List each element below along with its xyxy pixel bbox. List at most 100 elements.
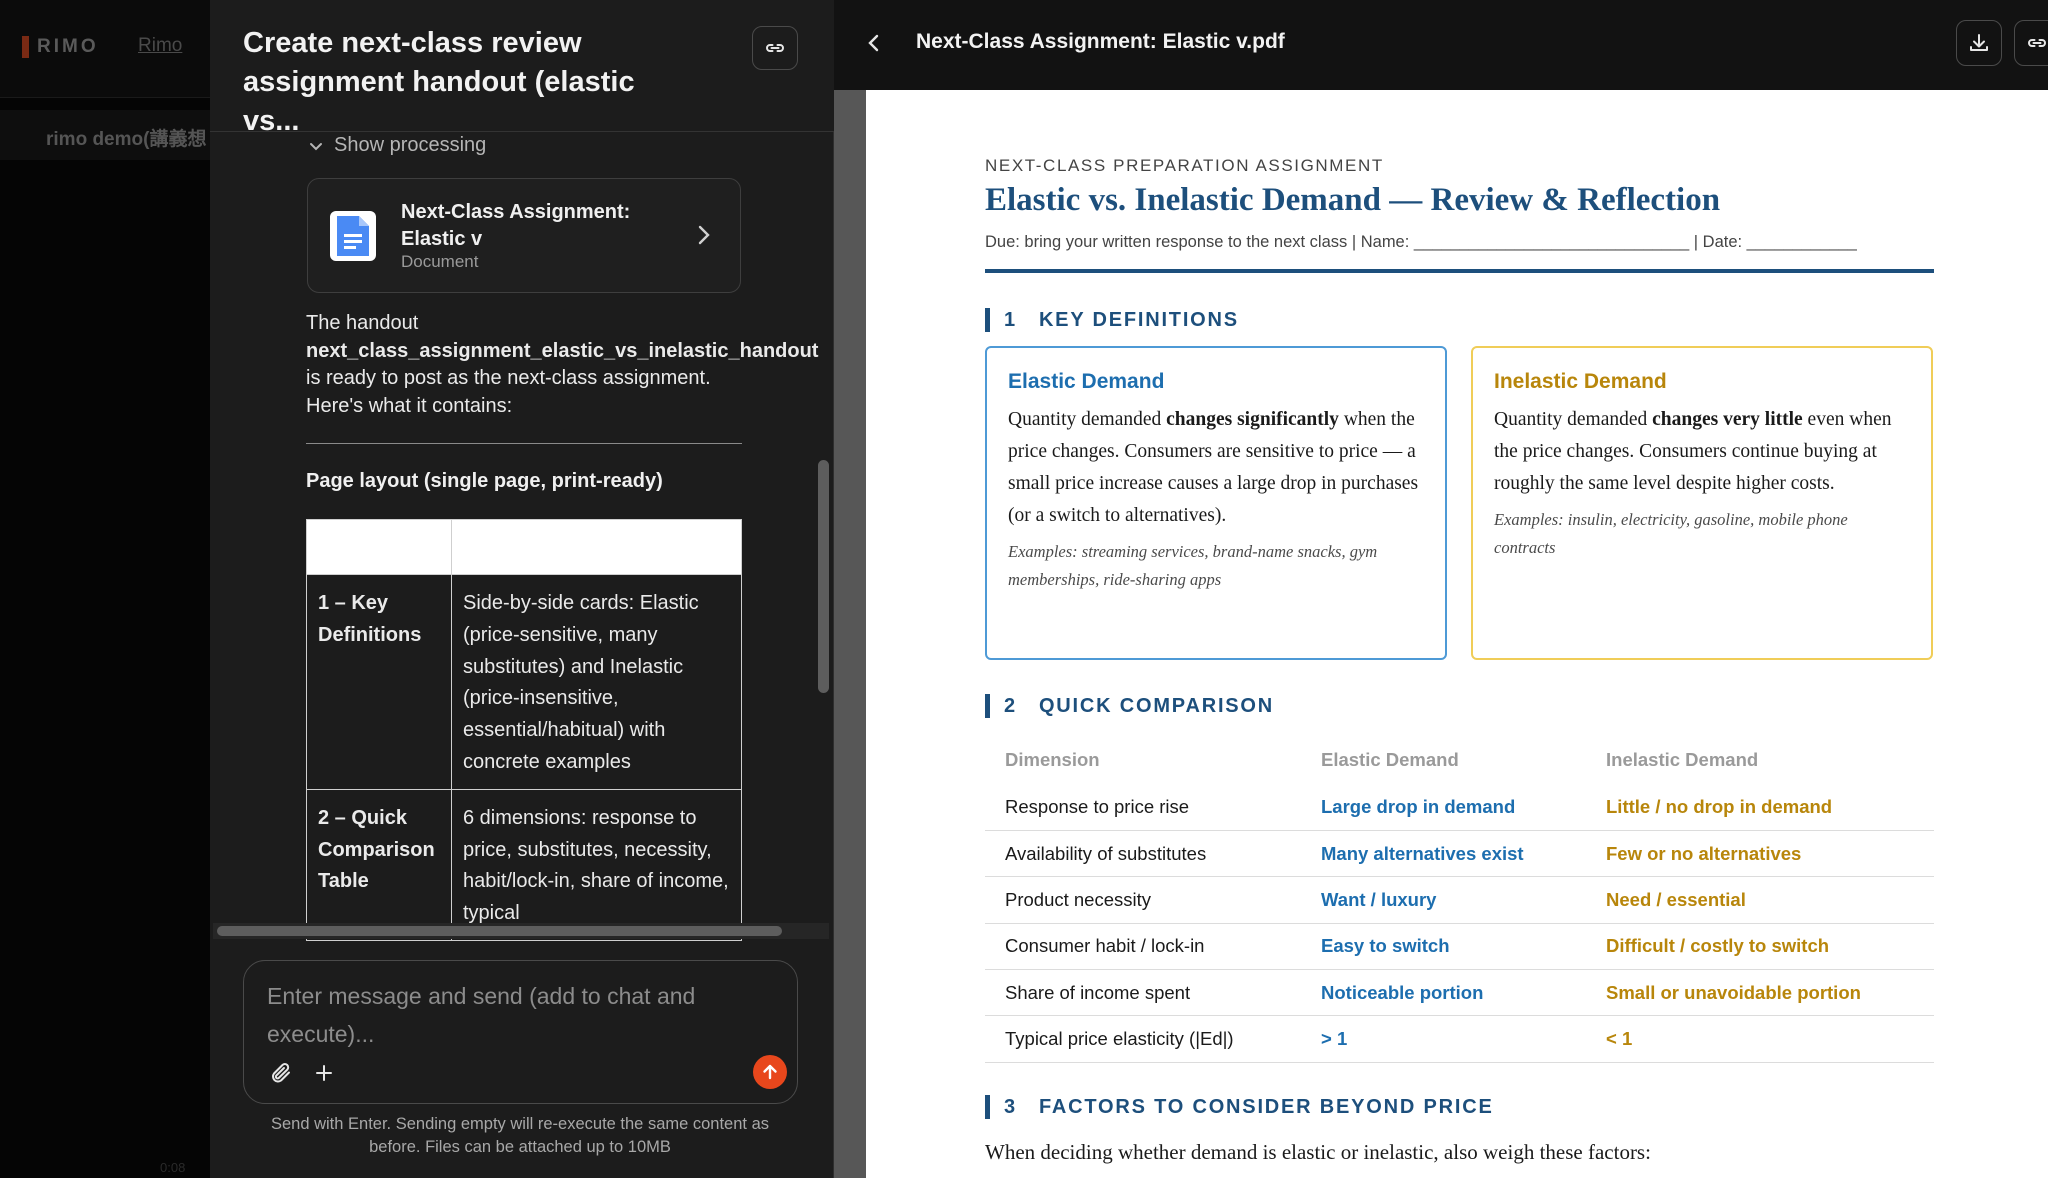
pdf-page[interactable]: NEXT-CLASS PREPARATION ASSIGNMENT Elasti… xyxy=(866,90,2048,1178)
inelastic-cell: Little / no drop in demand xyxy=(1586,784,1934,831)
message-input[interactable] xyxy=(267,977,767,1057)
chevron-down-icon xyxy=(310,142,322,150)
elastic-cell: Many alternatives exist xyxy=(1301,830,1586,878)
viewer-link-button[interactable] xyxy=(2014,20,2048,66)
chat-message-area[interactable]: Show processing Next-Class Assignment: E… xyxy=(210,132,834,942)
dimension-cell: Typical price elasticity (|Ed|) xyxy=(985,1015,1301,1063)
link-icon xyxy=(766,44,784,52)
reply-filename: next_class_assignment_elastic_vs_inelast… xyxy=(306,339,819,362)
back-chevron-icon[interactable] xyxy=(866,32,882,54)
chat-panel: Create next-class review assignment hand… xyxy=(210,0,834,1178)
document-icon xyxy=(330,211,376,261)
paperclip-icon xyxy=(272,1063,290,1083)
table-row: Availability of substitutes Many alterna… xyxy=(985,830,1934,878)
breadcrumb[interactable]: Rimo xyxy=(138,35,182,57)
horizontal-scrollbar[interactable] xyxy=(213,923,829,939)
chat-title: Create next-class review assignment hand… xyxy=(243,27,635,137)
document-card-title: Next-Class Assignment: Elastic v xyxy=(401,201,631,250)
card-body: Quantity demanded changes significantly … xyxy=(1008,409,1419,526)
inelastic-cell: Small or unavoidable portion xyxy=(1586,969,1934,1017)
copy-link-button[interactable] xyxy=(752,26,798,70)
arrow-up-icon xyxy=(763,1064,777,1080)
elastic-cell: Easy to switch xyxy=(1301,923,1586,971)
background-app: RIMO Rimo rimo demo(講義想 0:08 xyxy=(0,0,210,1178)
dimension-cell: Response to price rise xyxy=(985,784,1301,831)
factors-intro-text: When deciding whether demand is elastic … xyxy=(985,1140,1651,1164)
card-body: Quantity demanded changes very little ev… xyxy=(1494,409,1892,494)
send-button[interactable] xyxy=(753,1055,787,1089)
layout-table-header-section: Section xyxy=(306,519,452,575)
table-row: Product necessity Want / luxury Need / e… xyxy=(985,876,1934,924)
reply-line-2: is ready to post as the next-class assig… xyxy=(306,367,711,389)
reply-line-3: Here's what it contains: xyxy=(306,394,513,417)
table-row: Typical price elasticity (|Ed|) > 1 < 1 xyxy=(985,1015,1934,1063)
table-row: Consumer habit / lock-in Easy to switch … xyxy=(985,923,1934,971)
elastic-cell: Noticeable portion xyxy=(1301,969,1586,1017)
download-button[interactable] xyxy=(1956,20,2002,66)
inelastic-cell: Need / essential xyxy=(1586,876,1934,924)
section-heading-quick-comparison: 2 QUICK COMPARISON xyxy=(985,694,1274,718)
dimension-cell: Availability of substitutes xyxy=(985,830,1301,878)
message-composer xyxy=(243,960,798,1104)
comparison-header: Elastic Demand xyxy=(1321,749,1459,770)
app-logo: RIMO xyxy=(22,36,99,58)
viewer-title: Next-Class Assignment: Elastic v.pdf xyxy=(916,30,1285,53)
vertical-scrollbar[interactable] xyxy=(818,460,829,693)
section-title: KEY DEFINITIONS xyxy=(1038,308,1239,331)
table-row: Response to price rise Large drop in dem… xyxy=(985,784,1934,831)
section-number: 2 xyxy=(1004,694,1017,717)
section-title: QUICK COMPARISON xyxy=(1038,694,1275,717)
dimension-cell: Share of income spent xyxy=(985,969,1301,1017)
background-timestamp: 0:08 xyxy=(160,1160,186,1175)
section-number: 1 xyxy=(1004,308,1017,331)
comparison-header: Dimension xyxy=(1005,749,1100,770)
section-heading-key-definitions: 1 KEY DEFINITIONS xyxy=(985,308,1239,332)
pdf-title-rule xyxy=(985,269,1934,273)
assistant-reply: The handout next_class_assignment_elasti… xyxy=(306,310,834,420)
reply-intro: The handout xyxy=(306,312,419,334)
viewer-header: Next-Class Assignment: Elastic v.pdf xyxy=(834,0,2048,90)
comparison-header: Inelastic Demand xyxy=(1606,749,1759,770)
layout-table-section-cell: 2 – Quick Comparison Table xyxy=(306,788,452,941)
pdf-due-line: Due: bring your written response to the … xyxy=(985,233,1857,251)
section-title: FACTORS TO CONSIDER BEYOND PRICE xyxy=(1038,1095,1494,1118)
card-title: Elastic Demand xyxy=(1008,370,1165,393)
elastic-cell: Large drop in demand xyxy=(1301,784,1586,831)
elastic-definition-card: Elastic Demand Quantity demanded changes… xyxy=(985,346,1447,660)
card-examples: Examples: insulin, electricity, gasoline… xyxy=(1494,510,1848,557)
pdf-kicker: NEXT-CLASS PREPARATION ASSIGNMENT xyxy=(985,156,1384,175)
dimension-cell: Product necessity xyxy=(985,876,1301,924)
chevron-right-icon xyxy=(698,225,710,245)
elastic-cell: Want / luxury xyxy=(1301,876,1586,924)
section-number: 3 xyxy=(1004,1095,1017,1118)
divider xyxy=(306,443,742,444)
panel-gutter xyxy=(834,90,866,1178)
table-row: Share of income spent Noticeable portion… xyxy=(985,969,1934,1017)
comparison-table: Dimension Elastic Demand Inelastic Deman… xyxy=(985,736,1934,1063)
chat-header: Create next-class review assignment hand… xyxy=(210,0,834,137)
card-examples: Examples: streaming services, brand-name… xyxy=(1008,542,1378,589)
pdf-title: Elastic vs. Inelastic Demand — Review & … xyxy=(985,182,1721,218)
show-processing-toggle[interactable]: Show processing xyxy=(308,134,486,157)
layout-heading: Page layout (single page, print-ready) xyxy=(306,470,663,492)
layout-table: Section Content 1 – Key Definitions Side… xyxy=(306,519,742,941)
table-row: 2 – Quick Comparison Table 6 dimensions:… xyxy=(306,788,742,941)
logo-mark-icon xyxy=(22,36,29,58)
download-icon xyxy=(1970,34,1988,51)
inelastic-cell: Few or no alternatives xyxy=(1586,830,1934,878)
plus-icon xyxy=(316,1065,332,1081)
layout-table-section-cell: 1 – Key Definitions xyxy=(306,574,452,790)
logo-text: RIMO xyxy=(37,36,99,57)
layout-table-content-cell: Side-by-side cards: Elastic (price-sensi… xyxy=(451,574,742,790)
layout-table-content-cell: 6 dimensions: response to price, substit… xyxy=(451,788,742,941)
table-row: 1 – Key Definitions Side-by-side cards: … xyxy=(306,574,742,790)
composer-hint: Send with Enter. Sending empty will re-e… xyxy=(270,1115,770,1156)
show-processing-label: Show processing xyxy=(334,134,487,156)
horizontal-scrollbar-thumb[interactable] xyxy=(217,926,782,936)
layout-table-header-content: Content xyxy=(451,519,742,575)
document-card-subtitle: Document xyxy=(401,252,479,271)
card-title: Inelastic Demand xyxy=(1494,370,1667,393)
document-card[interactable]: Next-Class Assignment: Elastic v Documen… xyxy=(307,178,741,293)
attach-file-button[interactable] xyxy=(267,1059,295,1087)
add-button[interactable] xyxy=(310,1059,338,1087)
